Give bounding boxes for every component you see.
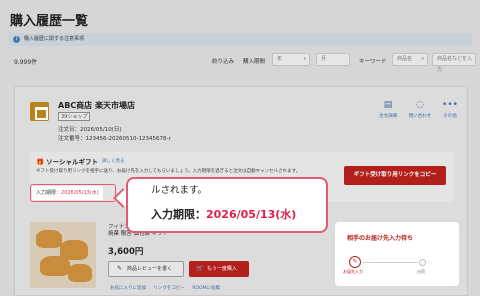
pencil-icon: ✎ [349,256,361,268]
pencil-icon: ✎ [117,265,123,272]
buy-again-label: もう一度購入 [207,266,237,272]
result-count: 9,999件 [14,59,38,66]
keyword-label: キーワード [359,59,387,65]
callout-top-text: ルされます。 [151,185,208,196]
product-links: お気に入りに追加 リンクをコピー ROOMに投稿 [110,285,226,291]
order-date: 注文日：2026/05/10(日) [58,127,122,133]
inquiry-label: 問い合わせ [408,114,432,119]
write-review-button[interactable]: ✎ 商品レビューを書く [108,261,184,277]
keyword-type-value: 商品名 [397,56,413,62]
notice-bar[interactable]: i 購入履歴に関する注意事項 [8,33,472,46]
callout-deadline: 入力期限：2026/05/13(水) [151,206,296,222]
chevron-down-icon: ▾ [421,56,424,62]
period-label: 購入期間 [243,59,266,65]
more-button[interactable]: ••• その他 [436,100,464,119]
purchase-history-page: 購入履歴一覧 i 購入履歴に関する注意事項 9,999件 絞り込み 購入期間 年… [0,0,480,296]
room-post-link[interactable]: ROOMに投稿 [192,286,220,291]
copy-link[interactable]: リンクをコピー [153,286,185,291]
callout-deadline-value: 2026/05/13(水) [206,208,297,221]
year-select[interactable]: 年 ▾ [272,53,310,66]
status-step-ship: 出荷 [417,269,425,274]
filter-label: 絞り込み [212,59,235,65]
highlight-ring [30,184,116,202]
madeleine-shape [68,264,92,282]
month-value: 月 [321,56,327,62]
gift-title-text: ソーシャルギフト [46,158,98,166]
gift-more-link[interactable]: 詳しく見る [102,158,125,164]
product-image[interactable] [30,222,96,288]
buy-again-button[interactable]: 🛒 もう一度購入 [189,261,249,277]
gift-title: 🎁 ソーシャルギフト [36,156,98,166]
chevron-down-icon: ▾ [303,56,306,62]
chat-icon: ◌ [416,100,424,110]
favorite-link[interactable]: お気に入りに追加 [110,286,146,291]
callout-deadline-label: 入力期限： [151,208,206,221]
more-icon: ••• [442,100,458,110]
gift-description: ギフト受け取り用リンクを相手に送り、お届け先を入力してもらいましょう。入力期限を… [36,169,301,174]
document-icon: ▤ [383,100,393,110]
keyword-type-select[interactable]: 商品名 ▾ [392,53,428,66]
shop-badge: 39ショップ [58,112,91,121]
write-review-label: 商品レビューを書く [127,266,173,272]
order-detail-button[interactable]: ▤ 注文詳細 [374,100,402,119]
gift-icon: 🎁 [36,158,45,166]
shop-name[interactable]: ABC商店 楽天市場店 [58,100,135,111]
page-title: 購入履歴一覧 [10,14,89,29]
status-card [335,222,459,286]
keyword-input[interactable]: 商品名などを入力 [432,53,476,73]
madeleine-shape [36,230,62,248]
year-value: 年 [277,56,283,62]
status-progress-track [362,262,418,263]
order-number: 注文番号：123456-20260510-12345678-r [58,136,171,142]
status-title: 相手のお届け先入力待ち [347,235,414,242]
product-price: 3,600円 [108,247,144,257]
shop-icon [30,102,49,121]
month-select[interactable]: 月 [316,53,350,66]
keyword-placeholder: 商品名などを入力 [437,56,473,73]
info-icon: i [13,36,20,43]
more-label: その他 [443,114,457,119]
copy-gift-link-button[interactable]: ギフト受け取り用リンクをコピー [344,166,446,185]
madeleine-shape [40,256,70,276]
status-step-dot [419,259,426,266]
cart-icon: 🛒 [196,265,204,272]
notice-text: 購入履歴に関する注意事項 [24,36,85,42]
status-step-input: お届先入力 [343,269,363,274]
deadline-field: 入力期限：2026/05/13(水) [30,184,116,202]
inquiry-button[interactable]: ◌ 問い合わせ [406,100,434,119]
order-detail-label: 注文詳細 [379,114,397,119]
